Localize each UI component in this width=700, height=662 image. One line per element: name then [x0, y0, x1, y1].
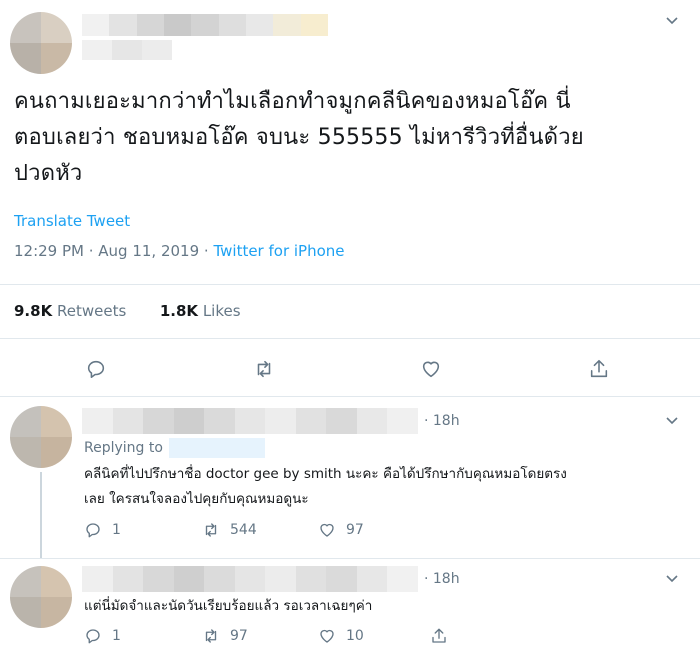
tweet-source-link[interactable]: Twitter for iPhone — [213, 242, 344, 260]
retweets-count: 9.8K — [14, 302, 53, 320]
reply-time[interactable]: · 18h — [424, 571, 460, 587]
author-name-redacted[interactable] — [82, 14, 328, 36]
likes-count: 1.8K — [159, 302, 199, 320]
reply-text: คลีนิคที่ไปปรึกษาชื่อ doctor gee by smit… — [84, 462, 684, 512]
tweet-text-line: ปวดหัว — [14, 161, 83, 186]
tweet-meta: 12:29 PM · Aug 11, 2019 · Twitter for iP… — [14, 242, 345, 260]
share-icon — [590, 359, 608, 378]
retweet-icon — [257, 360, 271, 378]
reply-avatar[interactable] — [10, 566, 72, 628]
reply-avatar[interactable] — [10, 406, 72, 468]
retweet-count: 97 — [230, 628, 248, 644]
reply-button[interactable] — [82, 355, 110, 383]
retweets-stat[interactable]: 9.8K Retweets — [14, 302, 126, 320]
reply-icon — [86, 523, 100, 538]
like-button[interactable] — [417, 355, 445, 383]
replying-to-label: Replying to — [84, 440, 163, 456]
like-button[interactable]: 10 — [318, 627, 364, 645]
retweet-button[interactable]: 97 — [202, 627, 248, 645]
share-button[interactable] — [585, 355, 613, 383]
divider — [0, 284, 700, 285]
chevron-down-icon[interactable] — [664, 12, 680, 32]
like-icon — [320, 629, 334, 643]
replying-to-handle-redacted[interactable] — [168, 438, 265, 458]
likes-label: Likes — [202, 302, 241, 320]
translate-tweet-link[interactable]: Translate Tweet — [14, 212, 130, 230]
reply-count: 1 — [112, 628, 121, 644]
divider — [0, 338, 700, 339]
reply-author-redacted[interactable] — [82, 566, 419, 592]
share-icon — [432, 628, 446, 643]
reply-author-redacted[interactable] — [82, 408, 419, 434]
retweet-button[interactable] — [250, 355, 278, 383]
tweet-text-line: ตอบเลยว่า ชอบหมอโอ๊ค จบนะ 555555 ไม่หารี… — [14, 125, 584, 150]
reply-text: แต่นี่มัดจำและนัดวันเรียบร้อยแล้ว รอเวลา… — [84, 594, 684, 619]
reply-time[interactable]: · 18h — [424, 413, 460, 429]
retweet-count: 544 — [230, 522, 257, 538]
chevron-down-icon[interactable] — [664, 570, 680, 590]
tweet-text-line: คนถามเยอะมากว่าทำไมเลือกทำจมูกคลีนิคของห… — [14, 89, 571, 114]
like-count: 97 — [346, 522, 364, 538]
like-icon — [422, 361, 440, 378]
retweet-icon — [205, 523, 217, 537]
tweet-stats: 9.8K Retweets 1.8K Likes — [14, 302, 241, 320]
author-handle-redacted[interactable] — [82, 40, 172, 60]
divider — [0, 396, 700, 397]
like-button[interactable]: 97 — [318, 521, 364, 539]
like-icon — [320, 523, 334, 537]
tweet-timestamp[interactable]: 12:29 PM · Aug 11, 2019 · — [14, 242, 213, 260]
retweet-icon — [205, 629, 217, 643]
author-avatar[interactable] — [10, 12, 72, 74]
reply-text-line: คลีนิคที่ไปปรึกษาชื่อ doctor gee by smit… — [84, 466, 567, 482]
reply-count: 1 — [112, 522, 121, 538]
chevron-down-icon[interactable] — [664, 412, 680, 432]
divider — [0, 558, 700, 559]
likes-stat[interactable]: 1.8K Likes — [160, 302, 241, 320]
retweets-label: Retweets — [56, 302, 127, 320]
tweet-text: คนถามเยอะมากว่าทำไมเลือกทำจมูกคลีนิคของห… — [14, 84, 690, 192]
thread-line — [40, 472, 42, 558]
reply-icon — [87, 360, 105, 379]
retweet-button[interactable]: 544 — [202, 521, 257, 539]
reply-text-line: แต่นี่มัดจำและนัดวันเรียบร้อยแล้ว รอเวลา… — [84, 598, 373, 614]
like-count: 10 — [346, 628, 364, 644]
replying-to: Replying to — [84, 438, 265, 458]
reply-icon — [86, 629, 100, 644]
reply-text-line: เลย ใครสนใจลองไปคุยกับคุณหมอดูนะ — [84, 491, 309, 507]
share-button[interactable] — [430, 627, 448, 645]
reply-button[interactable]: 1 — [84, 521, 121, 539]
reply-button[interactable]: 1 — [84, 627, 121, 645]
